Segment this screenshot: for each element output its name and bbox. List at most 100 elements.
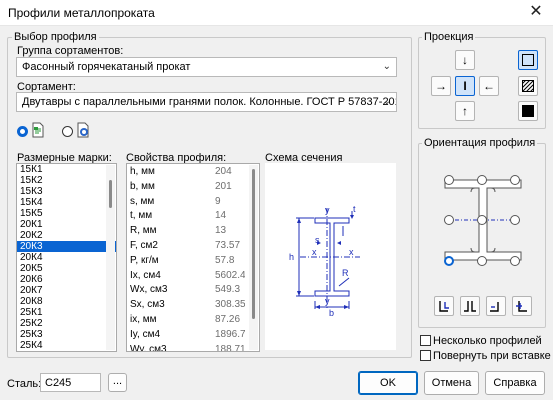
property-row: Iy, см4 1896.7 xyxy=(127,328,248,343)
empty-square-icon xyxy=(522,54,534,66)
profile-select-legend: Выбор профиля xyxy=(12,31,99,43)
property-value: 13 xyxy=(215,225,227,237)
size-mark-item[interactable]: 25К3 xyxy=(17,329,116,340)
projection-left-button[interactable]: ← xyxy=(479,76,499,96)
rotate-right-icon xyxy=(516,301,527,312)
scheme-label-x-left: x xyxy=(312,247,317,257)
size-mark-item[interactable]: 20К1 xyxy=(17,219,116,230)
property-value: 549.3 xyxy=(215,284,241,296)
scheme-label-x-right: x xyxy=(349,247,354,257)
size-mark-item[interactable]: 20К6 xyxy=(17,274,116,285)
size-mark-item[interactable]: 20К3 xyxy=(17,241,116,252)
group-value: Фасонный горячекатаный прокат xyxy=(22,61,191,73)
filled-square-icon xyxy=(522,105,534,117)
rotate-left-icon xyxy=(490,302,499,312)
size-mark-item[interactable]: 20К7 xyxy=(17,285,116,296)
arrow-up-icon: ↑ xyxy=(462,104,468,118)
size-mark-item[interactable]: 15К3 xyxy=(17,186,116,197)
fill-hatch-button[interactable] xyxy=(518,76,538,96)
close-button[interactable]: ✕ xyxy=(523,2,549,22)
property-name: P, кг/м xyxy=(130,254,159,266)
several-profiles-label: Несколько профилей xyxy=(433,335,542,347)
assortment-value: Двутавры с параллельными гранями полок. … xyxy=(22,96,397,108)
property-row: F, см2 73.57 xyxy=(127,239,248,254)
size-mark-item[interactable]: 25К1 xyxy=(17,307,116,318)
size-marks-scrollbar[interactable] xyxy=(106,165,115,350)
scheme-label-y-top: y xyxy=(325,205,330,215)
size-marks-list[interactable]: 15К1 15К2 15К3 15К4 15К5 20К1 20К2 20К3 20К4 20К5… xyxy=(16,163,117,352)
orientation-legend: Ориентация профиля xyxy=(422,137,538,149)
size-mark-item[interactable]: 15К1 xyxy=(17,164,116,175)
orientation-point-bottom-left[interactable] xyxy=(444,256,454,266)
property-row: s, мм 9 xyxy=(127,195,248,210)
fill-solid-button[interactable] xyxy=(518,101,538,121)
orientation-point-bottom-center[interactable] xyxy=(477,256,487,266)
orientation-point-top-right[interactable] xyxy=(510,175,520,185)
hatched-square-icon xyxy=(521,79,535,93)
projection-up-button[interactable]: ↑ xyxy=(455,101,475,121)
properties-scrollbar[interactable] xyxy=(249,165,258,350)
property-name: Iy, см4 xyxy=(130,328,161,340)
ok-button[interactable]: OK xyxy=(358,371,418,395)
property-row: Ix, см4 5602.4 xyxy=(127,269,248,284)
property-name: Ix, см4 xyxy=(130,269,161,281)
section-scheme-drawing: y t s h x x R y b xyxy=(265,163,396,350)
several-profiles-checkbox[interactable] xyxy=(420,335,431,346)
projection-down-button[interactable]: ↓ xyxy=(455,50,475,70)
property-row: P, кг/м 57.8 xyxy=(127,254,248,269)
size-mark-item[interactable]: 20К2 xyxy=(17,230,116,241)
projection-center-button[interactable]: I xyxy=(455,76,475,96)
mirror-left-button[interactable] xyxy=(434,296,454,316)
arrow-down-icon: ↓ xyxy=(462,53,468,67)
source-radio-database[interactable] xyxy=(17,126,28,137)
property-name: b, мм xyxy=(130,180,155,192)
projection-right-button[interactable]: → xyxy=(431,76,451,96)
properties-list: h, мм 204 b, мм 201 s, мм 9 t, мм 14 R, мм 13 F, с… xyxy=(126,163,260,352)
property-row: ix, мм 87.26 xyxy=(127,313,248,328)
size-mark-item[interactable]: 15К5 xyxy=(17,208,116,219)
property-name: ix, мм xyxy=(130,314,157,325)
size-mark-item[interactable]: 25К4 xyxy=(17,340,116,351)
property-name: Sx, см3 xyxy=(130,299,165,311)
rotate-on-insert-checkbox[interactable] xyxy=(420,350,431,361)
mirror-center-button[interactable] xyxy=(460,296,480,316)
scheme-label-b: b xyxy=(329,308,334,318)
size-mark-item[interactable]: 20К5 xyxy=(17,263,116,274)
orientation-point-top-center[interactable] xyxy=(477,175,487,185)
scheme-label-r: R xyxy=(342,268,349,278)
orientation-point-bottom-right[interactable] xyxy=(510,256,520,266)
property-row: R, мм 13 xyxy=(127,224,248,239)
size-mark-item[interactable]: 20К4 xyxy=(17,252,116,263)
help-button[interactable]: Справка xyxy=(485,371,545,395)
steel-label: Сталь: xyxy=(7,378,42,390)
steel-browse-button[interactable]: ... xyxy=(108,373,127,392)
property-value: 57.8 xyxy=(215,254,235,266)
property-value: 204 xyxy=(215,166,232,177)
orientation-point-center[interactable] xyxy=(477,215,487,225)
size-mark-item[interactable]: 15К2 xyxy=(17,175,116,186)
source-radio-user[interactable] xyxy=(62,126,73,137)
chevron-down-icon: ⌄ xyxy=(382,96,391,107)
size-mark-item[interactable]: 25К2 xyxy=(17,318,116,329)
property-value: 5602.4 xyxy=(215,269,245,281)
group-combobox[interactable]: Фасонный горячекатаный прокат ⌄ xyxy=(16,57,397,77)
mirror-center-icon xyxy=(464,301,476,312)
arrow-right-icon: → xyxy=(435,79,447,93)
user-profile-icon xyxy=(77,122,90,138)
cancel-button[interactable]: Отмена xyxy=(424,371,479,395)
property-name: t, мм xyxy=(130,210,153,222)
rotate-right-button[interactable] xyxy=(512,296,532,316)
fill-none-button[interactable] xyxy=(518,50,538,70)
orientation-point-mid-right[interactable] xyxy=(510,215,520,225)
size-mark-item[interactable]: 15К4 xyxy=(17,197,116,208)
orientation-point-mid-left[interactable] xyxy=(444,215,454,225)
rotate-left-button[interactable] xyxy=(486,296,506,316)
size-mark-item[interactable]: 20К8 xyxy=(17,296,116,307)
property-row: Wy, см3 188.71 xyxy=(127,343,248,351)
steel-input[interactable]: С245 xyxy=(40,373,101,392)
assortment-combobox[interactable]: Двутавры с параллельными гранями полок. … xyxy=(16,92,397,112)
property-row: Wx, см3 549.3 xyxy=(127,283,248,298)
orientation-point-top-left[interactable] xyxy=(444,175,454,185)
property-name: s, мм xyxy=(130,195,155,207)
scheme-label-t: t xyxy=(353,204,356,214)
